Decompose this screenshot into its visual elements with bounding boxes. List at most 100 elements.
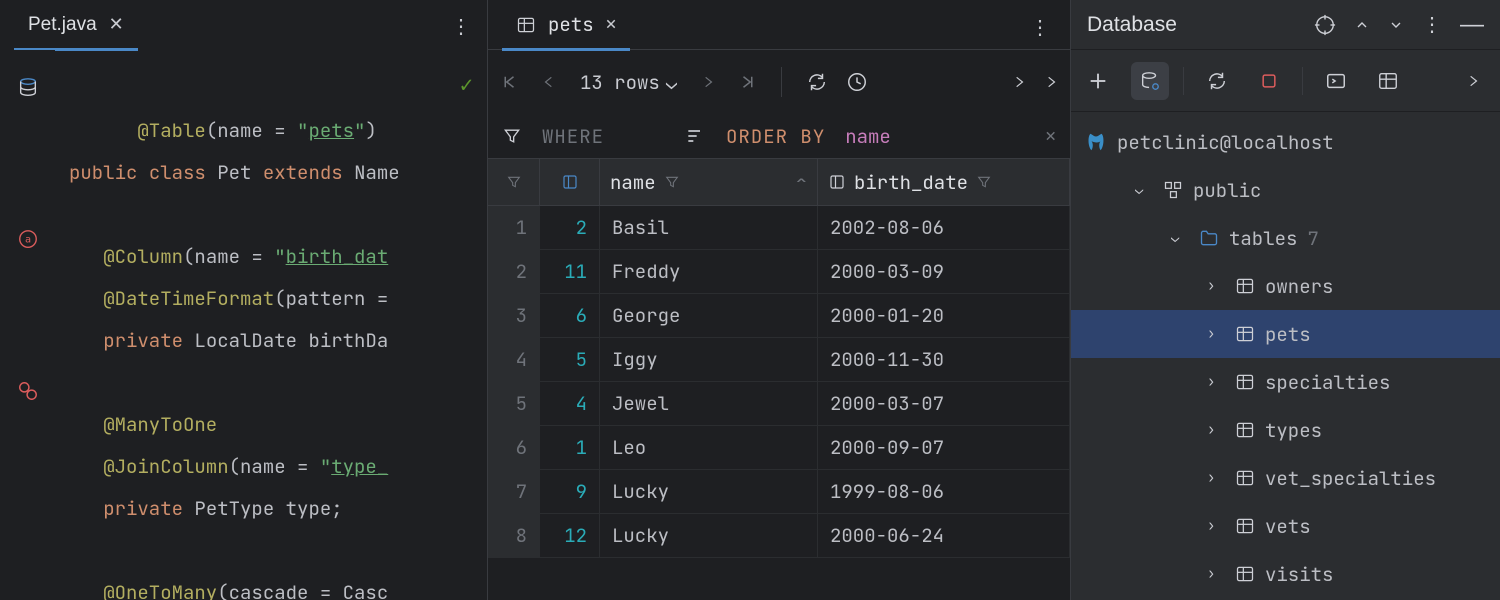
postgres-icon — [1085, 131, 1107, 153]
tab-label: Pet.java — [28, 14, 97, 36]
table-view-icon[interactable] — [1369, 62, 1407, 100]
sort-asc-icon[interactable]: ⌃ — [796, 170, 807, 195]
cell-birthdate[interactable]: 2000-09-07 — [818, 426, 1070, 469]
row-count[interactable]: 13 rows ⌄ — [580, 70, 677, 95]
cell-birthdate[interactable]: 1999-08-06 — [818, 470, 1070, 513]
tableview-tab-pets[interactable]: pets ✕ — [502, 0, 630, 50]
chevron-right-icon: › — [1207, 277, 1225, 295]
chevron-down-icon: ⌄ — [666, 70, 677, 95]
close-icon[interactable]: ✕ — [606, 13, 617, 36]
cell-name[interactable]: Freddy — [600, 250, 818, 293]
chevron-right-icon: › — [1207, 517, 1225, 535]
cell-name[interactable]: Lucky — [600, 514, 818, 557]
column-header-name[interactable]: name ⌃ — [600, 159, 818, 205]
minimize-icon[interactable]: — — [1460, 11, 1484, 39]
tree-table-vets[interactable]: ›vets — [1071, 502, 1500, 550]
cell-name[interactable]: Basil — [600, 206, 818, 249]
cell-name[interactable]: Iggy — [600, 338, 818, 381]
cell-id[interactable]: 12 — [540, 514, 600, 557]
sort-icon[interactable] — [684, 126, 706, 146]
table-label: owners — [1265, 274, 1333, 299]
table-row[interactable]: 211Freddy2000-03-09 — [488, 250, 1070, 294]
tree-table-visits[interactable]: ›visits — [1071, 550, 1500, 598]
tree-table-pets[interactable]: ›pets — [1071, 310, 1500, 358]
row-header-index[interactable] — [488, 159, 540, 205]
refresh-icon[interactable] — [1198, 62, 1236, 100]
tree-table-specialties[interactable]: ›specialties — [1071, 358, 1500, 406]
override-gutter-icon[interactable]: a — [17, 228, 39, 250]
table-row[interactable]: 79Lucky1999-08-06 — [488, 470, 1070, 514]
refresh-icon[interactable] — [806, 71, 828, 93]
cell-id[interactable]: 4 — [540, 382, 600, 425]
cell-birthdate[interactable]: 2000-01-20 — [818, 294, 1070, 337]
order-column[interactable]: name — [845, 124, 891, 149]
next-page-icon[interactable] — [701, 75, 715, 89]
where-label[interactable]: WHERE — [542, 124, 604, 149]
more-icon[interactable]: ⋮ — [1030, 14, 1050, 40]
cell-id[interactable]: 2 — [540, 206, 600, 249]
chevron-right-icon: › — [1207, 469, 1225, 487]
stop-icon[interactable] — [1250, 62, 1288, 100]
forward-icon[interactable] — [1012, 75, 1026, 89]
cell-birthdate[interactable]: 2002-08-06 — [818, 206, 1070, 249]
persistence-gutter-icon[interactable] — [17, 380, 39, 402]
forward2-icon[interactable] — [1044, 75, 1058, 89]
cell-birthdate[interactable]: 2000-03-09 — [818, 250, 1070, 293]
first-page-icon[interactable] — [500, 73, 518, 91]
prev-page-icon[interactable] — [542, 75, 556, 89]
tree-table-types[interactable]: ›types — [1071, 406, 1500, 454]
table-row[interactable]: 54Jewel2000-03-07 — [488, 382, 1070, 426]
database-gutter-icon[interactable] — [17, 76, 39, 98]
cell-id[interactable]: 11 — [540, 250, 600, 293]
table-icon — [1235, 324, 1255, 344]
table-row[interactable]: 61Leo2000-09-07 — [488, 426, 1070, 470]
tree-datasource[interactable]: petclinic@localhost — [1071, 118, 1500, 166]
forward-icon[interactable] — [1454, 62, 1492, 100]
cell-birthdate[interactable]: 2000-11-30 — [818, 338, 1070, 381]
column-header-id[interactable] — [540, 159, 600, 205]
more-icon[interactable]: ⋮ — [451, 14, 471, 39]
clear-filter-icon[interactable]: ✕ — [1045, 125, 1056, 148]
row-index: 3 — [488, 294, 540, 337]
database-tree: petclinic@localhost ⌄ public ⌄ tables 7 … — [1071, 112, 1500, 600]
table-row[interactable]: 812Lucky2000-06-24 — [488, 514, 1070, 558]
cell-id[interactable]: 6 — [540, 294, 600, 337]
table-icon — [1235, 276, 1255, 296]
tree-table-vet_specialties[interactable]: ›vet_specialties — [1071, 454, 1500, 502]
cell-name[interactable]: Jewel — [600, 382, 818, 425]
filter-icon[interactable] — [664, 174, 680, 190]
code-area[interactable]: ✓@Table(name = "pets") public class Pet … — [55, 50, 487, 600]
row-index: 4 — [488, 338, 540, 381]
expand-icon[interactable] — [1354, 17, 1370, 33]
tree-tables-folder[interactable]: ⌄ tables 7 — [1071, 214, 1500, 262]
history-icon[interactable] — [846, 71, 868, 93]
editor-tab-pet-java[interactable]: Pet.java ✕ — [14, 0, 138, 50]
last-page-icon[interactable] — [739, 73, 757, 91]
cell-name[interactable]: George — [600, 294, 818, 337]
close-icon[interactable]: ✕ — [109, 14, 124, 35]
collapse-icon[interactable] — [1388, 17, 1404, 33]
column-header-birthdate[interactable]: birth_date — [818, 159, 1070, 205]
cell-name[interactable]: Leo — [600, 426, 818, 469]
add-icon[interactable] — [1079, 62, 1117, 100]
table-row[interactable]: 36George2000-01-20 — [488, 294, 1070, 338]
filter-icon[interactable] — [502, 126, 522, 146]
cell-birthdate[interactable]: 2000-06-24 — [818, 514, 1070, 557]
table-row[interactable]: 12Basil2002-08-06 — [488, 206, 1070, 250]
filter-icon[interactable] — [976, 174, 992, 190]
cell-id[interactable]: 5 — [540, 338, 600, 381]
target-icon[interactable] — [1314, 14, 1336, 36]
cell-id[interactable]: 1 — [540, 426, 600, 469]
cell-id[interactable]: 9 — [540, 470, 600, 513]
tables-count: 7 — [1307, 226, 1318, 251]
cell-name[interactable]: Lucky — [600, 470, 818, 513]
check-icon: ✓ — [460, 64, 473, 106]
tree-table-owners[interactable]: › owners — [1071, 262, 1500, 310]
datasource-props-icon[interactable] — [1131, 62, 1169, 100]
chevron-right-icon: › — [1207, 325, 1225, 343]
console-icon[interactable] — [1317, 62, 1355, 100]
table-row[interactable]: 45Iggy2000-11-30 — [488, 338, 1070, 382]
tree-schema[interactable]: ⌄ public — [1071, 166, 1500, 214]
cell-birthdate[interactable]: 2000-03-07 — [818, 382, 1070, 425]
more-icon[interactable]: ⋮ — [1422, 12, 1442, 37]
